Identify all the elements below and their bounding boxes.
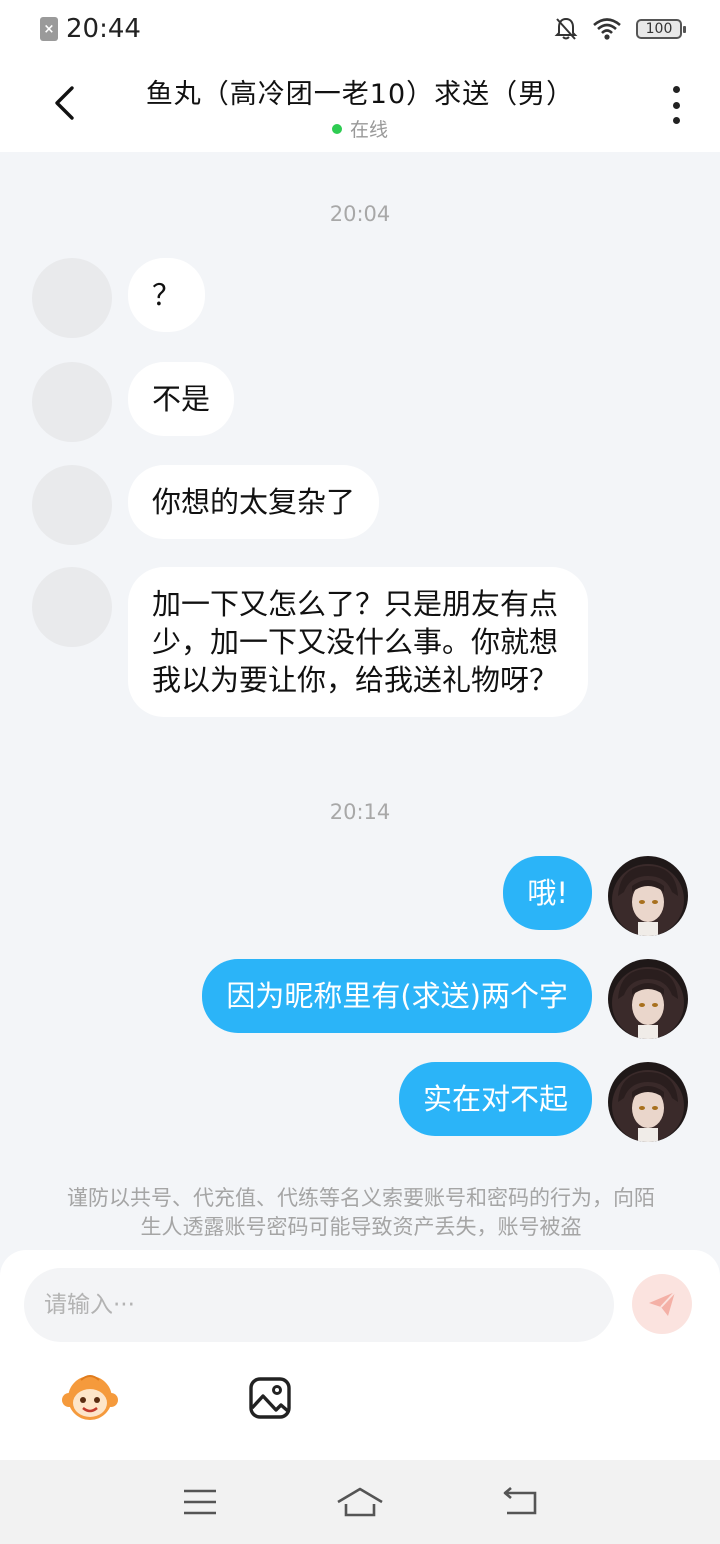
image-button[interactable]: [246, 1374, 294, 1422]
message-incoming: 你想的太复杂了: [32, 465, 380, 545]
system-nav-bar: [0, 1460, 720, 1544]
user-avatar-image: [618, 866, 678, 936]
user-avatar-image: [618, 1072, 678, 1142]
send-button[interactable]: [632, 1274, 692, 1334]
sim-off-icon: ×: [40, 17, 58, 41]
online-dot-icon: [331, 123, 342, 134]
message-bubble[interactable]: 不是: [128, 362, 235, 436]
recent-apps-button[interactable]: [170, 1482, 230, 1522]
monkey-emoji-icon: [62, 1375, 118, 1420]
timestamp: 20:04: [329, 202, 391, 226]
avatar[interactable]: [608, 959, 688, 1039]
back-button[interactable]: [44, 80, 84, 126]
message-bubble[interactable]: 因为昵称里有(求送)两个字: [202, 959, 592, 1033]
input-area: [0, 1250, 720, 1460]
title-wrap: 鱼丸（高冷团一老10）求送（男） 在线: [110, 72, 610, 142]
message-bubble[interactable]: 实在对不起: [398, 1062, 592, 1136]
message-incoming: ？: [32, 258, 206, 338]
menu-icon: [184, 1489, 216, 1515]
status-bar: × 20:44 100: [0, 0, 720, 58]
avatar[interactable]: [32, 362, 112, 442]
more-options-button[interactable]: [668, 86, 684, 124]
message-bubble[interactable]: 你想的太复杂了: [128, 465, 380, 539]
message-outgoing: 实在对不起: [398, 1062, 688, 1142]
back-nav-button[interactable]: [490, 1482, 550, 1522]
status-right: 100: [554, 16, 686, 42]
bell-off-icon: [554, 17, 578, 40]
message-bubble[interactable]: 哦!: [503, 856, 592, 930]
status-time: 20:44: [66, 14, 141, 44]
emoji-button[interactable]: [60, 1370, 120, 1426]
image-icon: [249, 1377, 291, 1419]
avatar[interactable]: [608, 1062, 688, 1142]
battery-level: 100: [645, 21, 673, 37]
back-icon: [503, 1487, 537, 1515]
message-incoming: 加一下又怎么了？只是朋友有点少，加一下又没什么事。你就想我以为要让你，给我送礼物…: [32, 567, 588, 717]
avatar[interactable]: [32, 258, 112, 338]
avatar[interactable]: [608, 856, 688, 936]
user-avatar-image: [618, 969, 678, 1039]
more-dot-icon: [672, 101, 680, 109]
more-dot-icon: [672, 117, 680, 124]
battery-icon: 100: [636, 19, 686, 39]
online-status: 在线: [110, 115, 610, 142]
avatar[interactable]: [32, 567, 112, 647]
status-left: × 20:44: [40, 14, 141, 44]
online-status-label: 在线: [349, 119, 388, 141]
message-outgoing: 因为昵称里有(求送)两个字: [202, 959, 688, 1039]
message-input[interactable]: [24, 1268, 614, 1342]
chat-header: 鱼丸（高冷团一老10）求送（男） 在线: [0, 58, 720, 152]
home-icon: [337, 1487, 383, 1517]
avatar[interactable]: [32, 465, 112, 545]
message-incoming: 不是: [32, 362, 235, 442]
chevron-left-icon: [55, 86, 74, 120]
more-dot-icon: [672, 86, 680, 93]
timestamp: 20:14: [329, 800, 391, 824]
message-outgoing: 哦!: [503, 856, 688, 936]
security-notice: 谨防以共号、代充值、代练等名义索要账号和密码的行为，向陌生人透露账号密码可能导致…: [67, 1186, 655, 1239]
message-bubble[interactable]: ？: [128, 258, 206, 332]
page-title: 鱼丸（高冷团一老10）求送（男）: [145, 79, 575, 110]
message-bubble[interactable]: 加一下又怎么了？只是朋友有点少，加一下又没什么事。你就想我以为要让你，给我送礼物…: [128, 567, 588, 717]
chat-messages[interactable]: 20:04 ？ 不是 你想的太复杂了 加一下又怎么了？只是朋友有点少，加一下又没…: [0, 152, 720, 1252]
send-icon: [649, 1291, 676, 1316]
home-button[interactable]: [330, 1482, 390, 1522]
wifi-icon: [593, 18, 621, 40]
